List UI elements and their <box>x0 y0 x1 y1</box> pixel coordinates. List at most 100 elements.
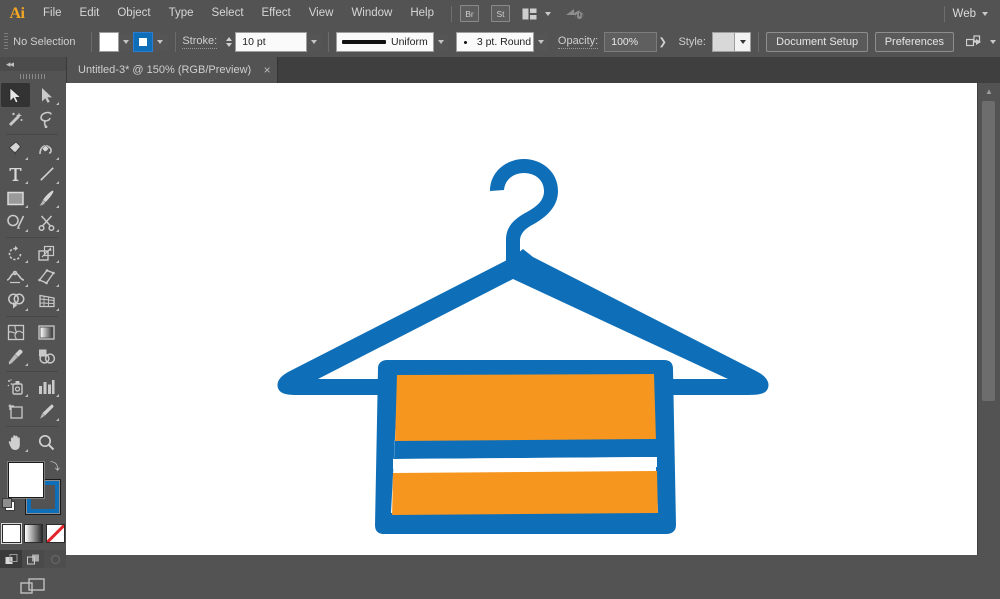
control-bar-grip[interactable] <box>4 33 8 51</box>
tools-divider-5 <box>6 426 58 427</box>
vertical-scrollbar[interactable]: ▲ <box>977 83 1000 555</box>
swap-fill-stroke-icon[interactable]: ⤵ <box>50 458 60 473</box>
change-screen-mode-button[interactable] <box>0 573 66 599</box>
curvature-tool[interactable] <box>32 138 61 162</box>
tabbar-right-strip <box>978 57 1000 83</box>
color-mode-button[interactable] <box>2 524 21 543</box>
hand-tool[interactable] <box>1 430 30 454</box>
variable-width-profile[interactable]: Uniform <box>336 32 434 52</box>
close-icon[interactable]: × <box>257 57 277 83</box>
lasso-tool[interactable] <box>32 107 61 131</box>
rectangle-tool[interactable] <box>1 186 30 210</box>
workspace-label[interactable]: Web <box>953 8 976 20</box>
tools-divider-2 <box>6 237 58 238</box>
scroll-up-arrow-icon[interactable]: ▲ <box>978 83 1000 99</box>
menu-edit[interactable]: Edit <box>71 0 109 27</box>
hanger-hook <box>490 159 558 265</box>
menu-effect[interactable]: Effect <box>253 0 300 27</box>
align-to-selection-icon[interactable] <box>966 35 982 49</box>
opacity-input[interactable]: 100% <box>604 32 657 52</box>
tools-panel-header[interactable]: ◂◂ <box>0 57 66 71</box>
fill-swatch-dropdown[interactable] <box>119 33 133 51</box>
towel-white-gap <box>393 457 657 469</box>
opacity-label[interactable]: Opacity: <box>558 35 598 49</box>
scrollbar-thumb[interactable] <box>982 101 995 401</box>
document-setup-button[interactable]: Document Setup <box>766 32 868 52</box>
selection-tool[interactable] <box>1 83 30 107</box>
magic-wand-tool[interactable] <box>1 107 30 131</box>
tools-panel-grip[interactable] <box>0 71 66 81</box>
gradient-mode-button[interactable] <box>24 524 43 543</box>
gradient-tool[interactable] <box>32 320 61 344</box>
menu-file[interactable]: File <box>34 0 71 27</box>
menu-window[interactable]: Window <box>342 0 401 27</box>
brush-dropdown[interactable] <box>534 33 548 51</box>
rotate-tool[interactable] <box>1 241 30 265</box>
graphic-style-dropdown[interactable] <box>735 32 751 52</box>
scale-tool[interactable] <box>32 241 61 265</box>
sync-settings-icon[interactable] <box>565 7 585 21</box>
width-profile-value: Uniform <box>391 36 428 48</box>
towel-divider-band <box>394 439 657 459</box>
draw-inside-button[interactable] <box>44 550 66 568</box>
blend-tool[interactable] <box>32 344 61 368</box>
artboard-canvas[interactable] <box>66 83 978 555</box>
opacity-options-arrow-icon[interactable]: ❯ <box>657 33 669 51</box>
graphic-style-swatch[interactable] <box>712 32 735 52</box>
menu-object[interactable]: Object <box>108 0 159 27</box>
mesh-tool[interactable] <box>1 320 30 344</box>
stroke-weight-input[interactable]: 10 pt <box>235 32 307 52</box>
preferences-button[interactable]: Preferences <box>875 32 954 52</box>
arrange-documents-icon[interactable] <box>522 8 537 20</box>
perspective-grid-tool[interactable] <box>32 289 61 313</box>
default-fill-stroke-icon[interactable] <box>2 498 16 512</box>
free-transform-tool[interactable] <box>32 265 61 289</box>
draw-normal-button[interactable] <box>0 550 22 568</box>
artboard-tool[interactable] <box>1 399 30 423</box>
brush-definition[interactable]: 3 pt. Round <box>456 32 534 52</box>
artwork-clothes-hanger <box>66 83 978 555</box>
none-mode-button[interactable] <box>46 524 65 543</box>
draw-behind-button[interactable] <box>22 550 44 568</box>
eyedropper-tool[interactable] <box>1 344 30 368</box>
shaper-tool[interactable] <box>1 210 30 234</box>
workspace-chevron-down-icon[interactable] <box>982 12 988 16</box>
fill-color-swatch[interactable] <box>99 32 119 52</box>
slice-tool[interactable] <box>32 399 61 423</box>
menu-view[interactable]: View <box>300 0 343 27</box>
width-profile-dropdown[interactable] <box>434 33 448 51</box>
symbol-sprayer-tool[interactable] <box>1 375 30 399</box>
tools-panel: ◂◂ <box>0 57 67 555</box>
type-tool[interactable] <box>1 162 30 186</box>
stroke-color-swatch[interactable] <box>133 32 153 52</box>
menu-select[interactable]: Select <box>203 0 253 27</box>
tools-divider-1 <box>6 134 58 135</box>
stroke-weight-stepper[interactable] <box>224 33 233 51</box>
width-tool[interactable] <box>1 265 30 289</box>
stroke-swatch-dropdown[interactable] <box>153 33 167 51</box>
column-graph-tool[interactable] <box>32 375 61 399</box>
pen-tool[interactable] <box>1 138 30 162</box>
document-tab[interactable]: Untitled-3* @ 150% (RGB/Preview) × <box>66 57 278 83</box>
stroke-weight-dropdown[interactable] <box>307 33 321 51</box>
stock-button[interactable]: St <box>491 5 510 22</box>
arrange-chevron-down-icon[interactable] <box>545 12 551 16</box>
line-segment-tool[interactable] <box>32 162 61 186</box>
zoom-tool[interactable] <box>32 430 61 454</box>
towel-bottom-rim <box>384 513 660 534</box>
stroke-weight-label[interactable]: Stroke: <box>182 35 217 49</box>
control-divider-2 <box>175 32 176 52</box>
paintbrush-tool[interactable] <box>32 186 61 210</box>
fill-color-box[interactable] <box>8 462 44 498</box>
collapse-panel-icon[interactable]: ◂◂ <box>6 59 13 70</box>
align-chevron-down-icon[interactable] <box>990 40 996 44</box>
scissors-tool[interactable] <box>32 210 61 234</box>
tools-grid <box>0 81 66 454</box>
direct-selection-tool[interactable] <box>32 83 61 107</box>
menu-type[interactable]: Type <box>160 0 203 27</box>
control-divider-4 <box>758 32 759 52</box>
menu-help[interactable]: Help <box>401 0 443 27</box>
shape-builder-tool[interactable] <box>1 289 30 313</box>
brush-preview-icon <box>464 41 467 44</box>
bridge-button[interactable]: Br <box>460 5 479 22</box>
